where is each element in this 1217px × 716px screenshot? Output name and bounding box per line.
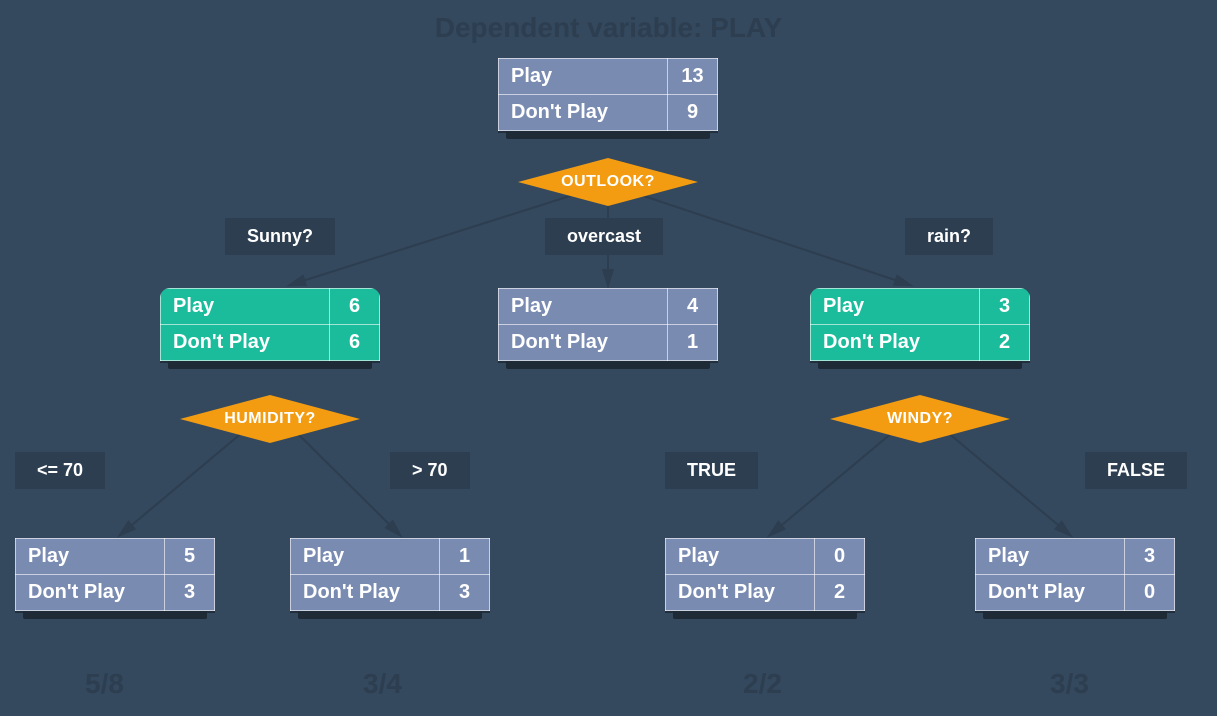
- split-humidity: HUMIDITY?: [180, 395, 360, 443]
- row-label: Don't Play: [811, 325, 980, 361]
- ratio-1: 5/8: [85, 668, 124, 700]
- row-label: Don't Play: [499, 325, 668, 361]
- row-value: 1: [668, 325, 718, 361]
- overcast-node: Play4 Don't Play1: [498, 288, 718, 369]
- ratio-2: 3/4: [363, 668, 402, 700]
- row-label: Don't Play: [976, 575, 1125, 611]
- branch-true: TRUE: [665, 452, 758, 489]
- row-label: Play: [666, 539, 815, 575]
- row-value: 0: [815, 539, 865, 575]
- split-outlook: OUTLOOK?: [518, 158, 698, 206]
- row-value: 13: [668, 59, 718, 95]
- row-value: 9: [668, 95, 718, 131]
- row-value: 3: [980, 289, 1030, 325]
- root-node: Play13 Don't Play9: [498, 58, 718, 139]
- row-value: 3: [440, 575, 490, 611]
- row-label: Don't Play: [499, 95, 668, 131]
- row-label: Play: [811, 289, 980, 325]
- leaf-false: Play3 Don't Play0: [975, 538, 1175, 619]
- row-value: 3: [1125, 539, 1175, 575]
- row-value: 2: [980, 325, 1030, 361]
- row-label: Play: [291, 539, 440, 575]
- leaf-gt70: Play1 Don't Play3: [290, 538, 490, 619]
- diagram-title: Dependent variable: PLAY: [0, 12, 1217, 44]
- row-value: 2: [815, 575, 865, 611]
- ratio-4: 3/3: [1050, 668, 1089, 700]
- row-value: 4: [668, 289, 718, 325]
- row-value: 1: [440, 539, 490, 575]
- row-label: Don't Play: [666, 575, 815, 611]
- rain-node: Play3 Don't Play2: [810, 288, 1030, 369]
- row-value: 3: [165, 575, 215, 611]
- row-label: Don't Play: [16, 575, 165, 611]
- row-value: 5: [165, 539, 215, 575]
- ratio-3: 2/2: [743, 668, 782, 700]
- row-value: 0: [1125, 575, 1175, 611]
- leaf-le70: Play5 Don't Play3: [15, 538, 215, 619]
- branch-gt70: > 70: [390, 452, 470, 489]
- row-label: Don't Play: [161, 325, 330, 361]
- branch-rain: rain?: [905, 218, 993, 255]
- split-windy: WINDY?: [830, 395, 1010, 443]
- branch-sunny: Sunny?: [225, 218, 335, 255]
- row-label: Play: [16, 539, 165, 575]
- row-value: 6: [330, 289, 380, 325]
- row-label: Don't Play: [291, 575, 440, 611]
- row-label: Play: [499, 289, 668, 325]
- branch-false: FALSE: [1085, 452, 1187, 489]
- branch-le70: <= 70: [15, 452, 105, 489]
- row-label: Play: [499, 59, 668, 95]
- row-label: Play: [976, 539, 1125, 575]
- row-value: 6: [330, 325, 380, 361]
- branch-overcast: overcast: [545, 218, 663, 255]
- leaf-true: Play0 Don't Play2: [665, 538, 865, 619]
- row-label: Play: [161, 289, 330, 325]
- sunny-node: Play6 Don't Play6: [160, 288, 380, 369]
